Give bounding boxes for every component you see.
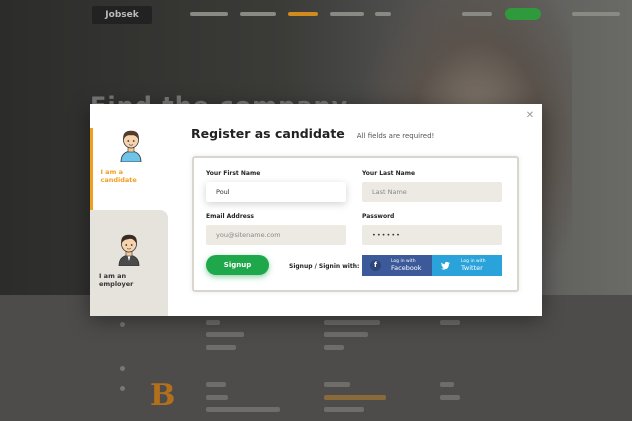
background-row xyxy=(324,407,364,412)
background-nav-link xyxy=(330,12,364,16)
facebook-login-button[interactable]: f Log in with Facebook xyxy=(362,255,432,276)
facebook-icon: f xyxy=(370,260,381,271)
twitter-icon xyxy=(440,261,451,270)
tab-employer[interactable]: I am an employer xyxy=(90,210,168,316)
background-row xyxy=(324,345,344,350)
signin-with-label: Signup / Signin with: xyxy=(289,263,360,270)
register-modal: ✕ I am a candidate I am an employer Regi… xyxy=(90,104,542,316)
background-row xyxy=(440,395,460,400)
background-row xyxy=(324,320,380,325)
candidate-avatar-icon xyxy=(120,130,141,162)
background-row xyxy=(206,407,280,412)
tab-candidate-label: I am a candidate xyxy=(100,168,137,184)
background-nav-link xyxy=(572,12,620,16)
background-row xyxy=(324,332,368,337)
facebook-label: Facebook xyxy=(391,264,422,272)
background-section-letter: B xyxy=(150,378,176,413)
background-nav-link xyxy=(190,12,228,16)
email-input[interactable] xyxy=(206,225,346,245)
background-navbar: Jobsek xyxy=(0,0,632,30)
background-nav-link xyxy=(240,12,276,16)
background-nav-link xyxy=(462,12,492,16)
email-label: Email Address xyxy=(206,213,255,220)
employer-avatar-icon xyxy=(118,234,140,266)
background-row xyxy=(206,382,226,387)
background-bullet xyxy=(120,366,125,371)
background-nav-link-active xyxy=(288,12,318,16)
password-label: Password xyxy=(362,213,395,220)
background-row xyxy=(324,382,350,387)
account-type-sidebar: I am a candidate I am an employer xyxy=(90,104,168,316)
modal-title: Register as candidate xyxy=(191,126,345,141)
background-row xyxy=(206,395,228,400)
tab-employer-label: I am an employer xyxy=(99,272,134,288)
background-row xyxy=(206,345,236,350)
background-nav-button xyxy=(505,8,541,20)
background-row xyxy=(440,320,460,325)
background-bullet xyxy=(120,386,125,391)
background-row xyxy=(206,332,244,337)
background-nav-link xyxy=(375,12,391,16)
modal-subtitle: All fields are required! xyxy=(356,132,435,140)
background-row xyxy=(206,320,220,325)
first-name-label: Your First Name xyxy=(206,170,261,177)
background-row xyxy=(324,395,386,400)
register-form: Your First Name Your Last Name Email Add… xyxy=(192,156,519,292)
first-name-input[interactable] xyxy=(206,182,346,202)
tab-candidate[interactable]: I am a candidate xyxy=(90,128,168,214)
modal-header: Register as candidate All fields are req… xyxy=(191,126,434,141)
signup-button[interactable]: Signup xyxy=(206,255,269,275)
last-name-input[interactable] xyxy=(362,182,502,202)
password-input[interactable] xyxy=(362,225,502,245)
last-name-label: Your Last Name xyxy=(362,170,416,177)
close-icon[interactable]: ✕ xyxy=(524,110,536,122)
twitter-login-button[interactable]: Log in with Twitter xyxy=(432,255,502,276)
twitter-label: Twitter xyxy=(461,264,483,272)
background-row xyxy=(440,382,454,387)
background-logo: Jobsek xyxy=(92,6,152,24)
background-bullet xyxy=(120,322,125,327)
